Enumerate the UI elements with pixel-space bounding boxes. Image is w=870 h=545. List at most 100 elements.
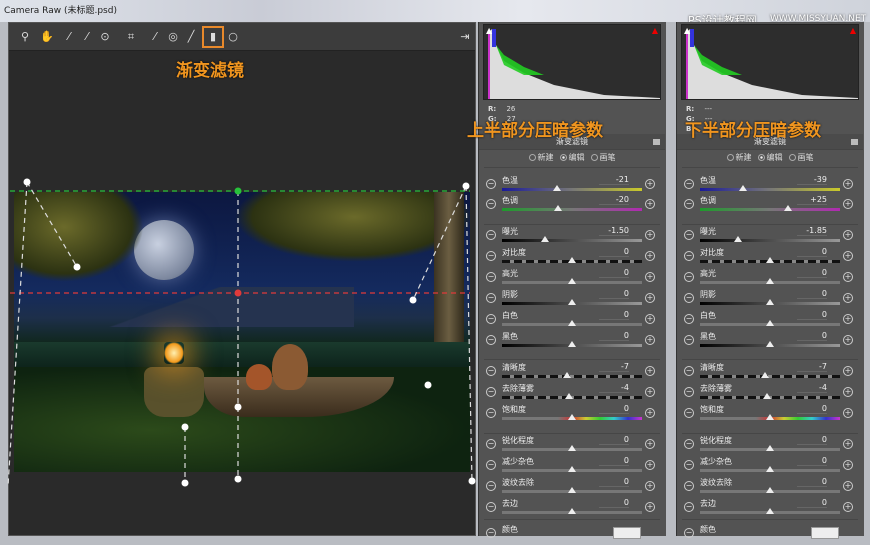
increase-icon[interactable]: + xyxy=(645,408,655,418)
increase-icon[interactable]: + xyxy=(843,335,853,345)
radio-icon[interactable] xyxy=(590,154,598,161)
decrease-icon[interactable]: − xyxy=(684,230,694,240)
panel-menu-icon[interactable] xyxy=(851,139,858,145)
panel-menu-icon[interactable] xyxy=(653,139,660,145)
increase-icon[interactable]: + xyxy=(645,481,655,491)
hand-tool-icon[interactable]: ✋ xyxy=(39,29,55,45)
highlight-clipping-icon[interactable]: ▲ xyxy=(850,26,856,35)
increase-icon[interactable]: + xyxy=(645,502,655,512)
decrease-icon[interactable]: − xyxy=(486,272,496,282)
slider-value-input[interactable]: 0 xyxy=(797,404,827,414)
slider-thumb[interactable] xyxy=(568,257,576,263)
color-sampler-icon[interactable]: ⁄ xyxy=(79,29,95,45)
slider-thumb[interactable] xyxy=(541,236,550,242)
slider-track[interactable] xyxy=(700,208,840,211)
mode-2[interactable]: 画笔 xyxy=(590,153,616,162)
decrease-icon[interactable]: − xyxy=(486,408,496,418)
slider-value-input[interactable]: 0 xyxy=(599,498,629,508)
decrease-icon[interactable]: − xyxy=(486,230,496,240)
decrease-icon[interactable]: − xyxy=(684,335,694,345)
zoom-tool-icon[interactable]: ⚲ xyxy=(17,29,33,45)
slider-track[interactable] xyxy=(502,239,642,242)
slider-value-input[interactable]: 0 xyxy=(797,477,827,487)
slider-value-input[interactable]: 0 xyxy=(599,247,629,257)
decrease-icon[interactable]: − xyxy=(684,251,694,261)
mode-1[interactable]: 编辑 xyxy=(559,153,585,162)
decrease-icon[interactable]: − xyxy=(486,387,496,397)
slider-value-input[interactable]: 0 xyxy=(797,435,827,445)
slider-thumb[interactable] xyxy=(783,205,792,211)
decrease-icon[interactable]: − xyxy=(684,387,694,397)
slider-thumb[interactable] xyxy=(733,236,742,242)
slider-value-input[interactable]: 0 xyxy=(797,331,827,341)
decrease-icon[interactable]: − xyxy=(684,481,694,491)
increase-icon[interactable]: + xyxy=(843,502,853,512)
slider-thumb[interactable] xyxy=(766,466,774,472)
decrease-icon[interactable]: − xyxy=(486,293,496,303)
decrease-icon[interactable]: − xyxy=(486,502,496,512)
radio-icon[interactable] xyxy=(788,154,796,161)
slider-thumb[interactable] xyxy=(766,508,774,514)
slider-thumb[interactable] xyxy=(553,185,562,191)
slider-track[interactable] xyxy=(502,375,642,378)
decrease-icon[interactable]: − xyxy=(684,179,694,189)
slider-thumb[interactable] xyxy=(568,487,576,493)
increase-icon[interactable]: + xyxy=(843,293,853,303)
slider-value-input[interactable]: -20 xyxy=(599,195,629,205)
decrease-icon[interactable]: − xyxy=(486,460,496,470)
slider-thumb[interactable] xyxy=(766,414,774,420)
increase-icon[interactable]: + xyxy=(843,314,853,324)
slider-value-input[interactable]: 0 xyxy=(599,310,629,320)
slider-track[interactable] xyxy=(700,239,840,242)
increase-icon[interactable]: + xyxy=(645,272,655,282)
slider-thumb[interactable] xyxy=(766,257,774,263)
increase-icon[interactable]: + xyxy=(843,251,853,261)
slider-track[interactable] xyxy=(700,188,840,191)
decrease-icon[interactable]: − xyxy=(684,199,694,209)
slider-track[interactable] xyxy=(502,188,642,191)
decrease-icon[interactable]: − xyxy=(486,481,496,491)
radio-icon[interactable] xyxy=(757,154,765,161)
slider-thumb[interactable] xyxy=(568,414,576,420)
decrease-icon[interactable]: − xyxy=(684,460,694,470)
decrease-icon[interactable]: − xyxy=(486,179,496,189)
increase-icon[interactable]: + xyxy=(843,408,853,418)
slider-thumb[interactable] xyxy=(568,278,576,284)
slider-value-input[interactable]: 0 xyxy=(797,456,827,466)
decrease-icon[interactable]: − xyxy=(486,335,496,345)
increase-icon[interactable]: + xyxy=(645,387,655,397)
radio-icon[interactable] xyxy=(528,154,536,161)
slider-value-input[interactable]: 0 xyxy=(797,268,827,278)
increase-icon[interactable]: + xyxy=(645,335,655,345)
slider-value-input[interactable]: +25 xyxy=(797,195,827,205)
slider-value-input[interactable]: -39 xyxy=(797,175,827,185)
radio-icon[interactable] xyxy=(726,154,734,161)
slider-value-input[interactable]: 0 xyxy=(797,498,827,508)
slider-thumb[interactable] xyxy=(766,487,774,493)
increase-icon[interactable]: + xyxy=(645,230,655,240)
decrease-icon[interactable]: − xyxy=(684,314,694,324)
targeted-adjust-icon[interactable]: ⊙ xyxy=(97,29,113,45)
slider-value-input[interactable]: 0 xyxy=(599,404,629,414)
slider-value-input[interactable]: 0 xyxy=(797,310,827,320)
shadow-clipping-icon[interactable]: ▲ xyxy=(684,26,690,35)
slider-value-input[interactable]: -4 xyxy=(599,383,629,393)
slider-value-input[interactable]: 0 xyxy=(599,331,629,341)
increase-icon[interactable]: + xyxy=(843,439,853,449)
highlight-clipping-icon[interactable]: ▲ xyxy=(652,26,658,35)
increase-icon[interactable]: + xyxy=(843,366,853,376)
decrease-icon[interactable]: − xyxy=(486,199,496,209)
slider-thumb[interactable] xyxy=(568,466,576,472)
slider-thumb[interactable] xyxy=(766,341,774,347)
decrease-icon[interactable]: − xyxy=(684,408,694,418)
increase-icon[interactable]: + xyxy=(645,314,655,324)
slider-thumb[interactable] xyxy=(568,320,576,326)
slider-value-input[interactable]: -21 xyxy=(599,175,629,185)
slider-thumb[interactable] xyxy=(568,445,576,451)
increase-icon[interactable]: + xyxy=(645,199,655,209)
increase-icon[interactable]: + xyxy=(645,293,655,303)
increase-icon[interactable]: + xyxy=(645,179,655,189)
slider-value-input[interactable]: 0 xyxy=(599,268,629,278)
slider-thumb[interactable] xyxy=(554,205,562,211)
slider-thumb[interactable] xyxy=(563,372,572,378)
